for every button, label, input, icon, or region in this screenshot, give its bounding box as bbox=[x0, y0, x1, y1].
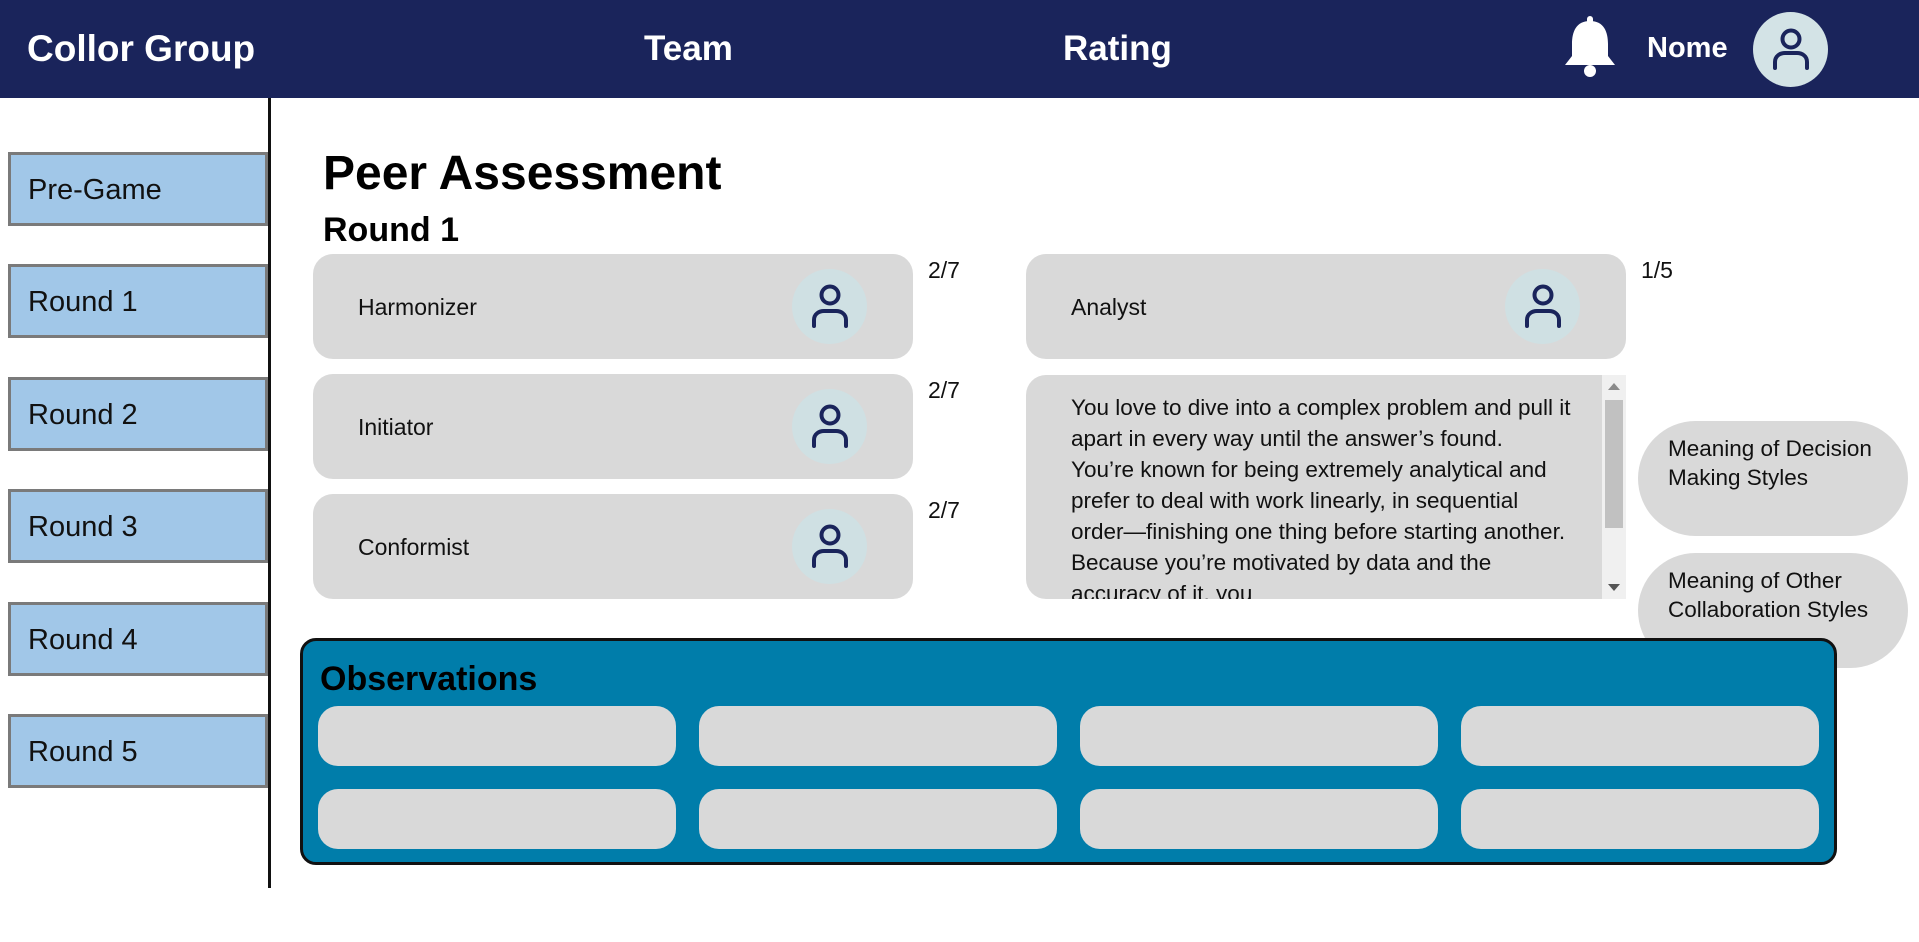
observation-field[interactable] bbox=[318, 789, 676, 849]
sidebar-item-round-2[interactable]: Round 2 bbox=[8, 377, 268, 451]
observations-title: Observations bbox=[320, 660, 538, 698]
user-name[interactable]: Nome bbox=[1647, 32, 1728, 65]
vote-count-initiator: 2/7 bbox=[928, 377, 960, 403]
style-card-analyst[interactable]: Analyst bbox=[1026, 254, 1626, 359]
header-avatar[interactable] bbox=[1753, 12, 1828, 87]
page-title: Peer Assessment bbox=[323, 147, 722, 200]
description-scrollbar[interactable] bbox=[1602, 375, 1626, 599]
top-navigation-bar: Collor Group Team Rating Nome bbox=[0, 0, 1919, 98]
style-description-box[interactable]: You love to dive into a complex problem … bbox=[1026, 375, 1626, 599]
user-icon bbox=[1773, 28, 1809, 70]
observation-field[interactable] bbox=[699, 789, 1057, 849]
user-icon bbox=[792, 389, 867, 464]
sidebar-item-round-4[interactable]: Round 4 bbox=[8, 602, 268, 676]
scroll-up-arrow-icon[interactable] bbox=[1608, 383, 1620, 390]
observations-panel: Observations bbox=[300, 638, 1837, 865]
vote-count-conformist: 2/7 bbox=[928, 497, 960, 523]
style-label: Conformist bbox=[358, 534, 470, 560]
bell-icon[interactable] bbox=[1562, 16, 1618, 78]
observation-field[interactable] bbox=[1461, 789, 1819, 849]
observation-field[interactable] bbox=[318, 706, 676, 766]
style-label: Initiator bbox=[358, 414, 434, 440]
scroll-down-arrow-icon[interactable] bbox=[1608, 584, 1620, 591]
style-card-conformist[interactable]: Conformist bbox=[313, 494, 913, 599]
user-icon bbox=[792, 269, 867, 344]
nav-link-rating[interactable]: Rating bbox=[1063, 29, 1172, 69]
user-icon bbox=[792, 509, 867, 584]
brand-logo-text[interactable]: Collor Group bbox=[27, 28, 255, 70]
style-card-harmonizer[interactable]: Harmonizer bbox=[313, 254, 913, 359]
observation-field[interactable] bbox=[1080, 789, 1438, 849]
observation-field[interactable] bbox=[699, 706, 1057, 766]
style-description-text: You love to dive into a complex problem … bbox=[1071, 395, 1571, 599]
nav-link-team[interactable]: Team bbox=[644, 29, 733, 69]
observation-field[interactable] bbox=[1080, 706, 1438, 766]
round-title: Round 1 bbox=[323, 211, 459, 249]
sidebar-item-round-1[interactable]: Round 1 bbox=[8, 264, 268, 338]
scrollbar-thumb[interactable] bbox=[1605, 400, 1623, 528]
style-card-initiator[interactable]: Initiator bbox=[313, 374, 913, 479]
sidebar-item-round-5[interactable]: Round 5 bbox=[8, 714, 268, 788]
sidebar-item-pre-game[interactable]: Pre-Game bbox=[8, 152, 268, 226]
sidebar-divider bbox=[268, 98, 271, 888]
vote-count-harmonizer: 2/7 bbox=[928, 257, 960, 283]
user-icon bbox=[1505, 269, 1580, 344]
meaning-decision-styles-button[interactable]: Meaning of Decision Making Styles bbox=[1638, 421, 1908, 536]
vote-count-analyst: 1/5 bbox=[1641, 257, 1673, 283]
style-label: Analyst bbox=[1071, 294, 1147, 320]
style-label: Harmonizer bbox=[358, 294, 477, 320]
sidebar-item-round-3[interactable]: Round 3 bbox=[8, 489, 268, 563]
observation-field[interactable] bbox=[1461, 706, 1819, 766]
